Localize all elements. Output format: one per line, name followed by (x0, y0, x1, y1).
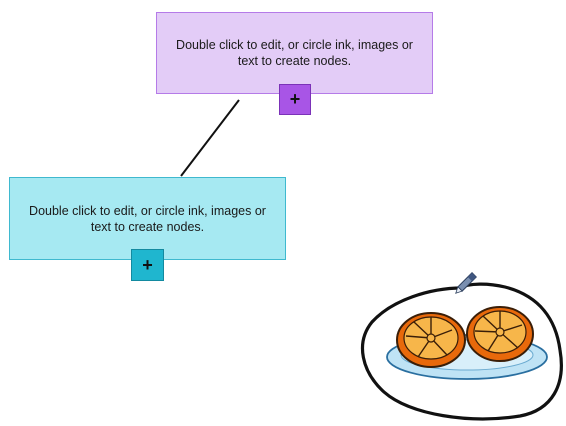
node-text[interactable]: Double click to edit, or circle ink, ima… (171, 37, 418, 69)
orange-half-left (396, 312, 466, 368)
ink-selection-stroke[interactable] (360, 282, 563, 421)
pen-icon (455, 272, 477, 294)
orange-half-right (466, 306, 534, 362)
plus-icon: + (289, 89, 301, 109)
orange-plate-clipart[interactable] (386, 306, 548, 380)
add-child-node-button[interactable]: + (279, 84, 311, 115)
plate (386, 334, 548, 380)
plus-icon: + (142, 254, 153, 275)
add-child-node-button[interactable]: + (131, 249, 164, 281)
plate-rim (400, 339, 534, 371)
node-text[interactable]: Double click to edit, or circle ink, ima… (24, 203, 271, 235)
mindmap-node-2[interactable]: Double click to edit, or circle ink, ima… (9, 177, 286, 260)
mindmap-node-1[interactable]: Double click to edit, or circle ink, ima… (156, 12, 433, 94)
node-connector-line[interactable] (180, 99, 240, 177)
